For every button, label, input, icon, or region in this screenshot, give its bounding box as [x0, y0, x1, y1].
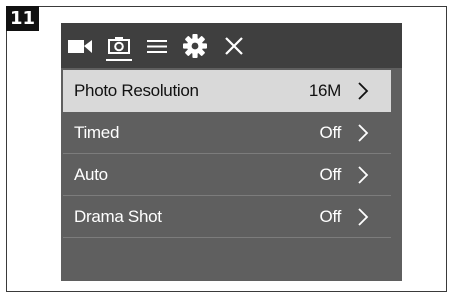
tab-settings[interactable] [180, 31, 210, 61]
step-number-badge: 11 [6, 6, 39, 31]
chevron-right-icon [357, 207, 369, 232]
menu-item-timed[interactable]: Timed Off [63, 112, 391, 154]
menu-item-label: Timed [74, 123, 120, 142]
chevron-right-icon [357, 81, 369, 106]
tab-close[interactable] [221, 31, 247, 61]
mode-tab-bar [61, 23, 402, 68]
menu-list-icon [146, 37, 168, 55]
settings-menu: Photo Resolution 16M Timed Off Auto Off … [63, 70, 391, 238]
chevron-right-icon [357, 165, 369, 190]
close-icon [223, 35, 245, 57]
chevron-right-icon [357, 123, 369, 148]
menu-item-label: Photo Resolution [74, 81, 199, 100]
menu-item-value: 16M [308, 81, 341, 100]
video-camera-icon [67, 37, 93, 55]
menu-item-value: Off [319, 165, 342, 184]
camera-screen: Photo Resolution 16M Timed Off Auto Off … [61, 23, 402, 281]
menu-item-value: Off [319, 123, 342, 142]
active-tab-indicator [106, 59, 132, 61]
camera-icon [107, 36, 131, 56]
menu-item-label: Auto [74, 165, 108, 184]
menu-item-value: Off [319, 207, 342, 226]
menu-item-drama-shot[interactable]: Drama Shot Off [63, 196, 391, 238]
menu-item-label: Drama Shot [74, 207, 162, 226]
tab-video[interactable] [66, 31, 94, 61]
menu-item-photo-resolution[interactable]: Photo Resolution 16M [63, 70, 391, 112]
menu-item-auto[interactable]: Auto Off [63, 154, 391, 196]
tab-photo[interactable] [103, 31, 135, 61]
gear-icon [182, 33, 208, 59]
tab-list[interactable] [145, 31, 169, 61]
